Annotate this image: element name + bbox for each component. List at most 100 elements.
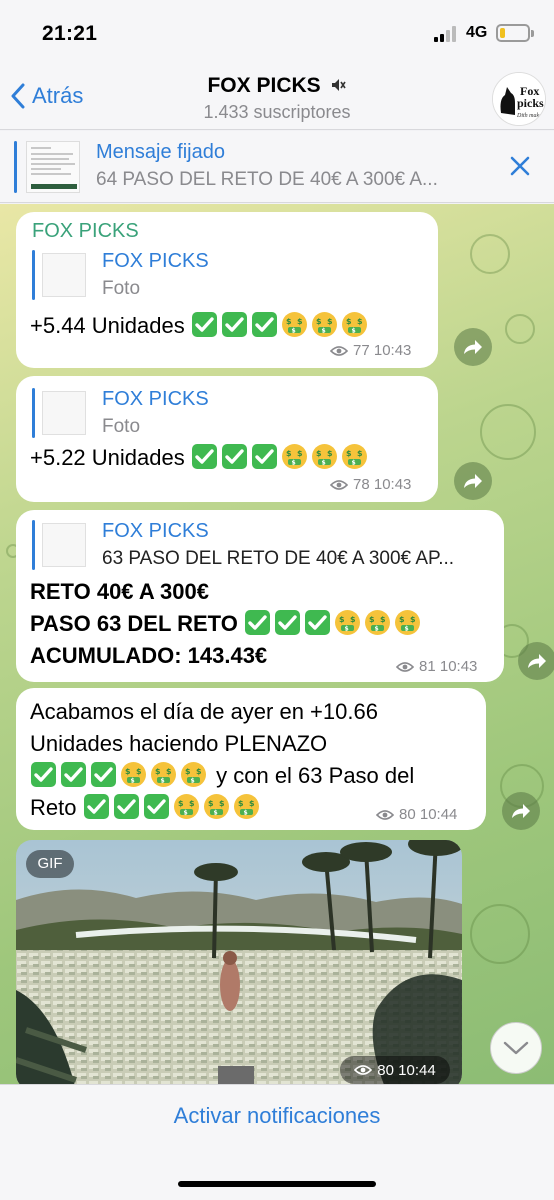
message-line: $ $ $ $ $ $ $ $ $ y con el 63 Paso del xyxy=(30,760,414,792)
subscriber-count: 1.433 suscriptores xyxy=(203,102,351,122)
bottom-bar: Activar notificaciones xyxy=(0,1084,554,1200)
money-mouth-face-icon: $ $$ xyxy=(151,762,176,787)
message-list[interactable]: FOX PICKS FOX PICKS Foto +5.44 Unidades … xyxy=(0,204,554,1084)
share-button[interactable] xyxy=(454,328,492,366)
svg-text:$: $ xyxy=(297,449,303,458)
svg-text:$: $ xyxy=(316,449,322,458)
svg-text:$: $ xyxy=(321,460,325,467)
pinned-title: Mensaje fijado xyxy=(96,141,225,163)
message-time: 10:43 xyxy=(439,658,478,675)
pinned-text: 64 PASO DEL RETO DE 40€ A 300€ A... xyxy=(96,169,438,190)
reply-preview[interactable]: FOX PICKS 63 PASO DEL RETO DE 40€ A 300€… xyxy=(32,520,492,570)
view-count: 80 xyxy=(377,1061,394,1079)
eye-icon xyxy=(330,345,348,356)
enable-notifications-button[interactable]: Activar notificaciones xyxy=(0,1103,554,1129)
message-meta: 77 10:43 xyxy=(330,342,411,359)
check-mark-icon xyxy=(83,794,109,819)
scroll-down-button[interactable] xyxy=(490,1022,542,1074)
svg-text:$: $ xyxy=(380,615,386,624)
message-line: Reto $ $ $ $ $ $ $ $ $ xyxy=(30,792,263,824)
reply-text: Foto xyxy=(102,416,141,437)
svg-text:$: $ xyxy=(286,449,292,458)
emoji-row: $ $ $ $ $ $ $ $ $ xyxy=(30,762,210,788)
message-line: RETO 40€ A 300€ xyxy=(30,579,209,604)
message-line: ACUMULADO: 143.43€ xyxy=(30,643,268,668)
svg-text:$: $ xyxy=(286,317,292,326)
svg-text:$: $ xyxy=(291,460,295,467)
message-bubble[interactable]: Acabamos el día de ayer en +10.66 Unidad… xyxy=(16,688,486,830)
money-mouth-face-icon: $ $$ xyxy=(181,762,206,787)
svg-text:$: $ xyxy=(344,626,348,633)
svg-text:$: $ xyxy=(339,615,345,624)
message-text: +5.22 Unidades $ $ $ $ $ $ $ $ $ xyxy=(30,442,371,474)
reply-thumbnail xyxy=(42,253,86,297)
svg-text:$: $ xyxy=(191,778,195,785)
message-time: 10:43 xyxy=(373,476,412,493)
money-mouth-face-icon: $ $$ xyxy=(341,312,367,337)
eye-icon xyxy=(354,1065,373,1075)
svg-text:$: $ xyxy=(346,449,352,458)
check-mark-icon xyxy=(191,444,217,469)
message-bubble[interactable]: FOX PICKS 63 PASO DEL RETO DE 40€ A 300€… xyxy=(16,510,504,682)
svg-text:$: $ xyxy=(131,778,135,785)
message-bubble[interactable]: FOX PICKS Foto +5.22 Unidades $ $ $ $ $ $ $ $ $ … xyxy=(16,376,438,502)
reply-author: FOX PICKS xyxy=(102,520,209,542)
svg-text:$: $ xyxy=(374,626,378,633)
emoji-row: $ $ $ $ $ $ $ $ $ xyxy=(244,610,424,636)
channel-name: FOX PICKS xyxy=(207,74,321,97)
sender-name: FOX PICKS xyxy=(32,220,139,242)
money-mouth-face-icon: $ $$ xyxy=(334,610,360,635)
muted-icon xyxy=(331,79,346,91)
svg-text:$: $ xyxy=(249,799,255,808)
svg-text:$: $ xyxy=(291,328,295,335)
svg-text:$: $ xyxy=(327,317,333,326)
message-time: 10:44 xyxy=(398,1061,436,1079)
message-time: 10:44 xyxy=(419,806,458,823)
svg-text:$: $ xyxy=(316,317,322,326)
check-mark-icon xyxy=(251,444,277,469)
reply-author: FOX PICKS xyxy=(102,250,209,272)
reply-preview[interactable]: FOX PICKS Foto xyxy=(32,250,422,300)
money-mouth-face-icon: $ $$ xyxy=(173,794,199,819)
status-bar: 21:21 4G xyxy=(0,0,554,64)
view-count: 78 xyxy=(353,476,370,493)
svg-text:$: $ xyxy=(399,615,405,624)
fox-logo-icon: Fox picks Dith makers xyxy=(493,73,545,125)
message-line: Unidades haciendo PLENAZO xyxy=(30,731,328,756)
svg-text:$: $ xyxy=(404,626,408,633)
view-count: 77 xyxy=(353,342,370,359)
pinned-message-bar[interactable]: Mensaje fijado 64 PASO DEL RETO DE 40€ A… xyxy=(0,131,554,203)
money-mouth-face-icon: $ $$ xyxy=(311,444,337,469)
media-meta: 80 10:44 xyxy=(340,1056,450,1084)
eye-icon xyxy=(396,661,414,672)
money-mouth-face-icon: $ $$ xyxy=(364,610,390,635)
reply-preview[interactable]: FOX PICKS Foto xyxy=(32,388,422,438)
message-line: Acabamos el día de ayer en +10.66 xyxy=(30,699,378,724)
reply-thumbnail xyxy=(42,523,86,567)
svg-text:$: $ xyxy=(243,810,247,817)
svg-text:$: $ xyxy=(161,778,165,785)
svg-text:$: $ xyxy=(297,317,303,326)
share-arrow-icon xyxy=(464,340,482,354)
channel-title[interactable]: FOX PICKS xyxy=(0,74,554,98)
signal-icon xyxy=(434,26,460,42)
battery-icon xyxy=(496,24,534,42)
reply-author: FOX PICKS xyxy=(102,388,209,410)
share-button[interactable] xyxy=(502,792,540,830)
pinned-indicator xyxy=(14,141,17,193)
gif-media[interactable] xyxy=(16,840,462,1084)
svg-text:$: $ xyxy=(350,615,356,624)
close-icon[interactable] xyxy=(506,152,534,180)
eye-icon xyxy=(330,479,348,490)
svg-text:$: $ xyxy=(219,799,225,808)
message-bubble[interactable]: FOX PICKS FOX PICKS Foto +5.44 Unidades … xyxy=(16,212,438,368)
svg-text:$: $ xyxy=(125,767,131,776)
money-mouth-face-icon: $ $$ xyxy=(121,762,146,787)
svg-text:$: $ xyxy=(327,449,333,458)
check-mark-icon xyxy=(274,610,300,635)
message-meta: 78 10:43 xyxy=(330,476,411,493)
share-button[interactable] xyxy=(518,642,554,680)
svg-text:$: $ xyxy=(166,767,172,776)
channel-avatar[interactable]: Fox picks Dith makers xyxy=(492,72,546,126)
share-button[interactable] xyxy=(454,462,492,500)
